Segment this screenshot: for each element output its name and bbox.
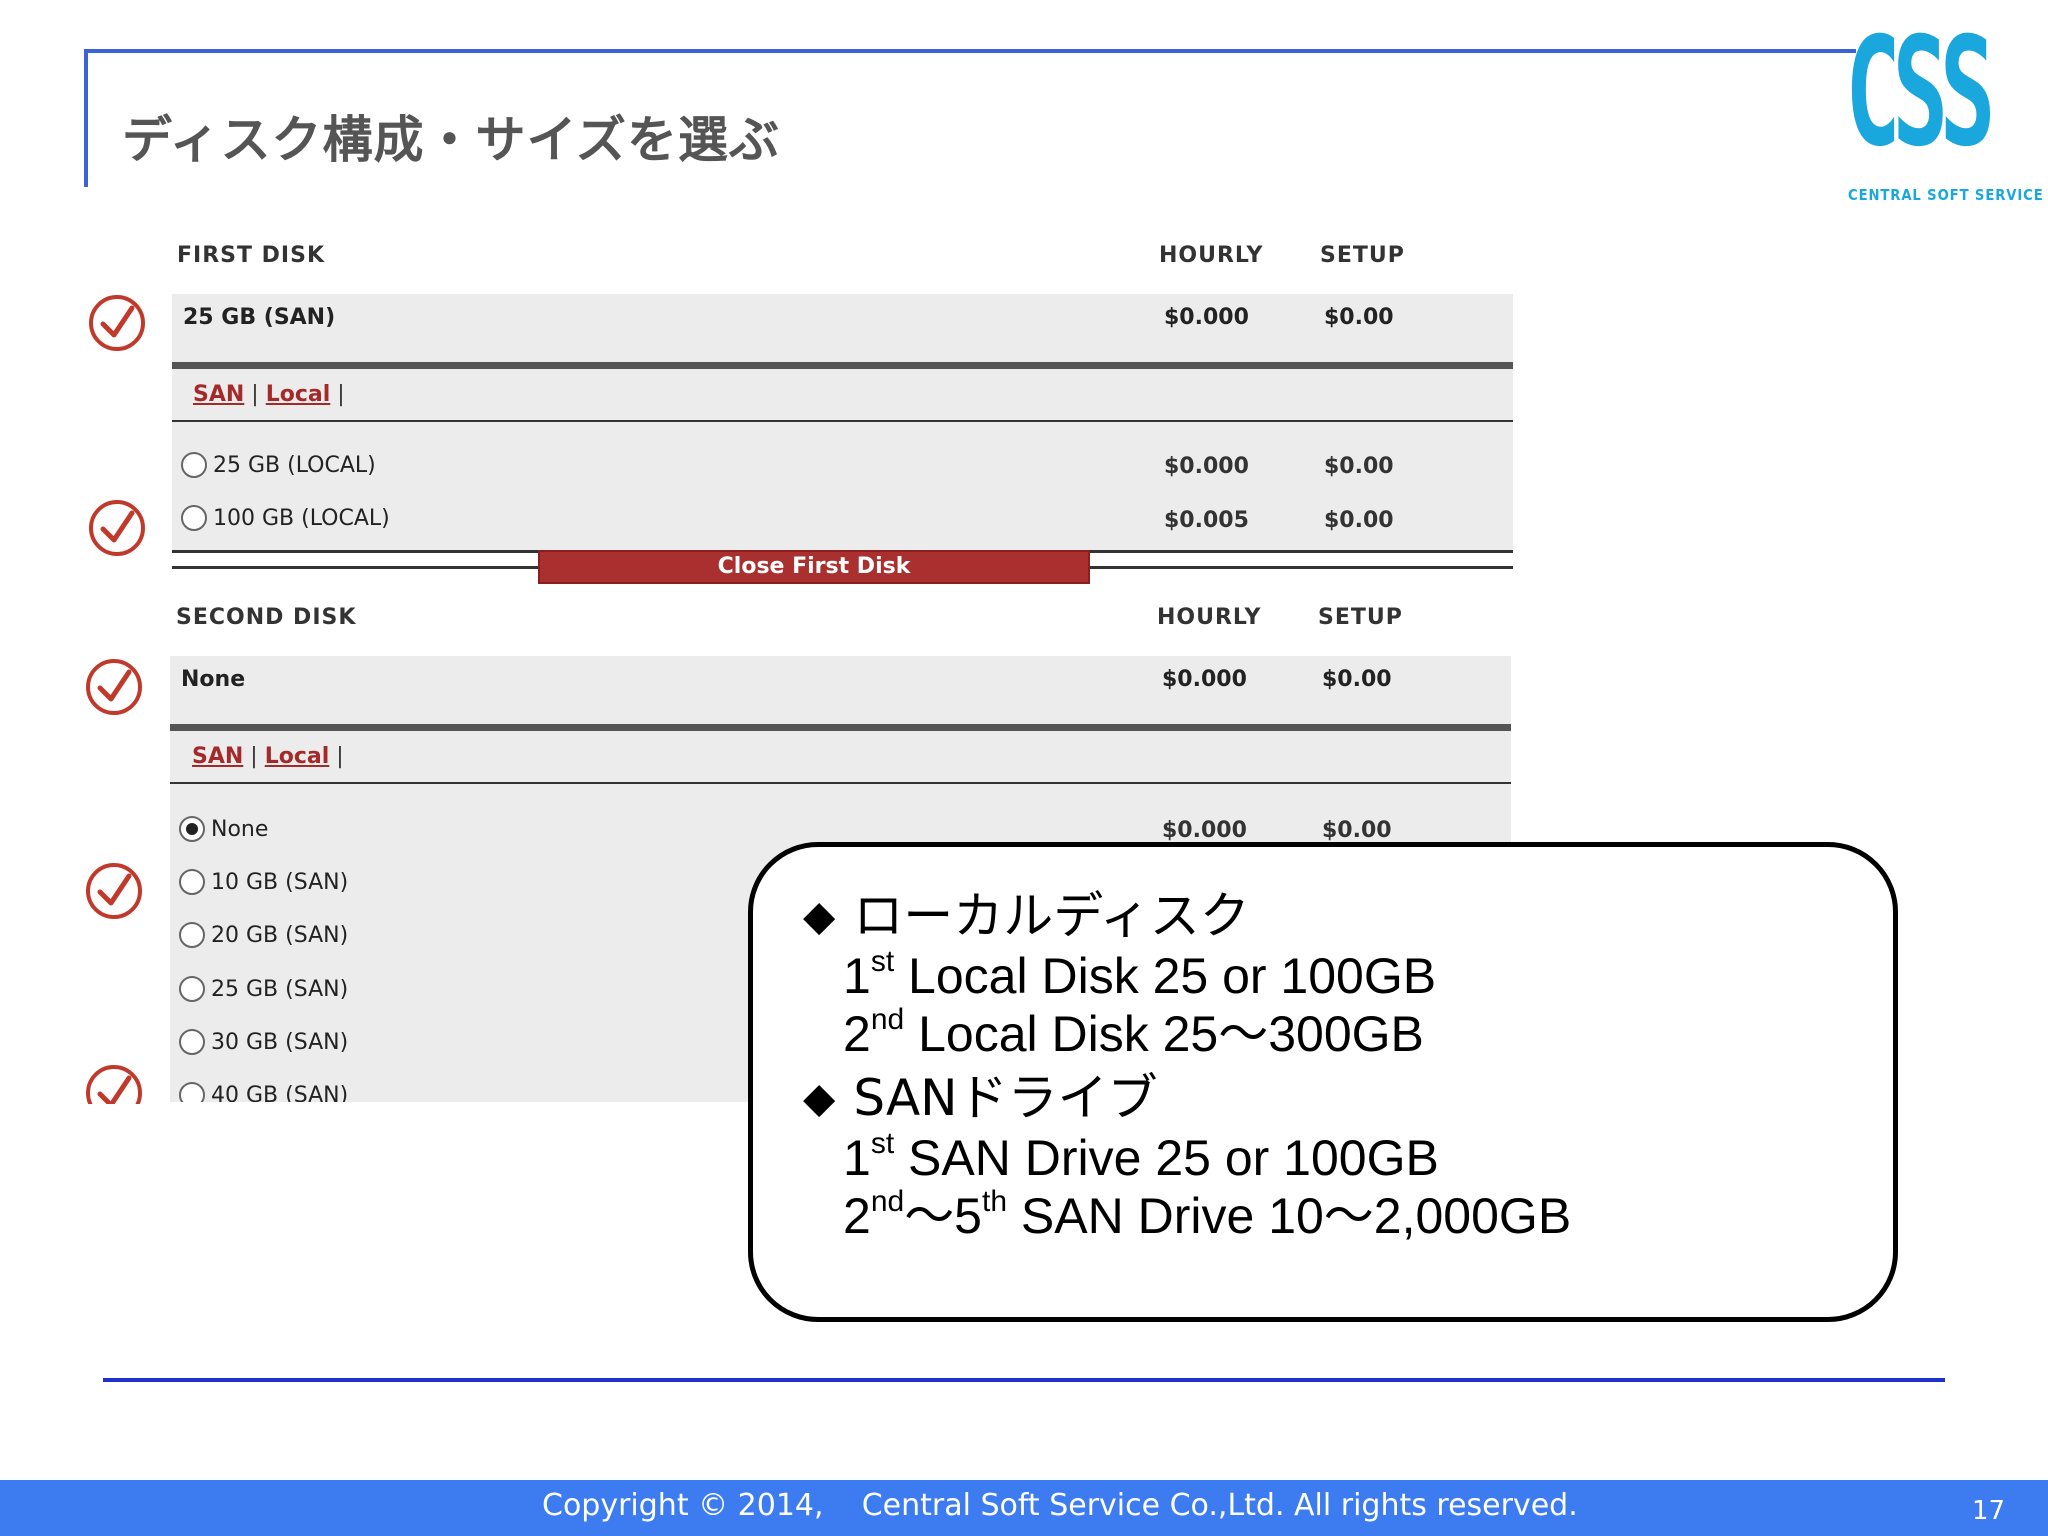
page-number: 17 bbox=[1972, 1496, 2006, 1526]
slide-frame-top bbox=[84, 49, 1856, 53]
heading-text: SANドライブ bbox=[853, 1069, 1158, 1127]
option-label: 30 GB (SAN) bbox=[211, 1029, 349, 1055]
tab-separator: | bbox=[250, 744, 258, 769]
callout-line: 1st SAN Drive 25 or 100GB bbox=[843, 1127, 1439, 1187]
callout-line: 2nd Local Disk 25～300GB bbox=[843, 1003, 1424, 1063]
check-mark-icon bbox=[86, 863, 142, 919]
option-label: 100 GB (LOCAL) bbox=[213, 505, 390, 531]
second-disk-option[interactable]: 10 GB (SAN) bbox=[179, 869, 348, 895]
slide-title: ディスク構成・サイズを選ぶ bbox=[122, 111, 780, 169]
second-disk-setup-header: SETUP bbox=[1318, 605, 1403, 630]
check-mark-icon bbox=[86, 1065, 142, 1104]
second-disk-tabs: SAN | Local | bbox=[192, 744, 344, 769]
first-disk-hourly-header: HOURLY bbox=[1159, 243, 1264, 268]
first-disk-tab-local[interactable]: Local bbox=[266, 382, 331, 407]
option-label: 40 GB (SAN) bbox=[211, 1082, 349, 1103]
second-disk-tabs-bar bbox=[170, 731, 1511, 783]
tab-separator: | bbox=[337, 382, 345, 407]
option-label: 10 GB (SAN) bbox=[211, 869, 349, 895]
callout-line: 2nd～5th SAN Drive 10～2,000GB bbox=[843, 1185, 1572, 1245]
option-setup: $0.00 bbox=[1324, 454, 1394, 479]
radio-button[interactable] bbox=[179, 869, 205, 895]
second-disk-option[interactable]: None bbox=[179, 816, 268, 842]
second-disk-option[interactable]: 20 GB (SAN) bbox=[179, 922, 348, 948]
second-disk-option[interactable]: 30 GB (SAN) bbox=[179, 1029, 348, 1055]
callout-line: 1st Local Disk 25 or 100GB bbox=[843, 945, 1437, 1005]
first-disk-selected-row[interactable] bbox=[172, 294, 1513, 364]
radio-button[interactable] bbox=[179, 976, 205, 1002]
second-disk-option[interactable]: 25 GB (SAN) bbox=[179, 976, 348, 1002]
radio-button[interactable] bbox=[181, 452, 207, 478]
option-hourly: $0.000 bbox=[1164, 454, 1249, 479]
second-disk-tab-san[interactable]: SAN bbox=[192, 744, 243, 769]
option-hourly: $0.005 bbox=[1164, 508, 1249, 533]
radio-button[interactable] bbox=[179, 1029, 205, 1055]
copyright-text: Copyright © 2014, Central Soft Service C… bbox=[542, 1488, 1578, 1523]
logo-mark: CSS bbox=[1845, 6, 1996, 180]
tab-separator: | bbox=[251, 382, 259, 407]
first-disk-header: FIRST DISK bbox=[177, 243, 326, 268]
first-disk-option[interactable]: 25 GB (LOCAL) bbox=[181, 452, 376, 478]
check-mark-icon bbox=[89, 500, 145, 556]
callout-heading-san: ◆ SANドライブ bbox=[803, 1067, 1893, 1129]
option-setup: $0.00 bbox=[1324, 508, 1394, 533]
second-disk-hourly-header: HOURLY bbox=[1157, 605, 1262, 630]
radio-button-selected[interactable] bbox=[179, 816, 205, 842]
radio-button[interactable] bbox=[181, 505, 207, 531]
option-hourly: $0.000 bbox=[1162, 818, 1247, 843]
second-disk-selected-label: None bbox=[181, 667, 246, 692]
heading-text: ローカルディスク bbox=[853, 887, 1250, 945]
check-mark-icon bbox=[86, 659, 142, 715]
callout-box: ◆ ローカルディスク 1st Local Disk 25 or 100GB 2n… bbox=[748, 842, 1898, 1322]
close-first-disk-button[interactable]: Close First Disk bbox=[538, 550, 1090, 584]
footer-bar: Copyright © 2014, Central Soft Service C… bbox=[0, 1480, 2048, 1536]
first-disk-tabs-bar bbox=[172, 369, 1513, 421]
second-disk-selected-setup: $0.00 bbox=[1322, 667, 1392, 692]
divider bbox=[170, 724, 1511, 731]
option-label: 25 GB (LOCAL) bbox=[213, 452, 376, 478]
first-disk-selected-label: 25 GB (SAN) bbox=[183, 305, 336, 330]
second-disk-selected-hourly: $0.000 bbox=[1162, 667, 1247, 692]
first-disk-tabs: SAN | Local | bbox=[193, 382, 345, 407]
radio-button[interactable] bbox=[179, 1082, 205, 1102]
radio-button[interactable] bbox=[179, 922, 205, 948]
second-disk-option[interactable]: 40 GB (SAN) bbox=[179, 1082, 348, 1102]
first-disk-tab-san[interactable]: SAN bbox=[193, 382, 244, 407]
check-mark-icon bbox=[89, 295, 145, 351]
logo-subtitle: CENTRAL SOFT SERVICE bbox=[1848, 186, 2044, 204]
bottom-rule bbox=[103, 1378, 1945, 1382]
callout-heading-local: ◆ ローカルディスク bbox=[803, 885, 1893, 947]
option-label: 20 GB (SAN) bbox=[211, 922, 349, 948]
slide-frame-left bbox=[84, 49, 88, 187]
first-disk-selected-setup: $0.00 bbox=[1324, 305, 1394, 330]
option-label: None bbox=[211, 816, 269, 842]
first-disk-option[interactable]: 100 GB (LOCAL) bbox=[181, 505, 390, 531]
company-logo: CSS CENTRAL SOFT SERVICE bbox=[1845, 6, 2043, 204]
first-disk-selected-hourly: $0.000 bbox=[1164, 305, 1249, 330]
option-clip: 40 GB (SAN) bbox=[170, 1072, 570, 1102]
second-disk-header: SECOND DISK bbox=[176, 605, 357, 630]
diamond-bullet-icon: ◆ bbox=[803, 1073, 836, 1122]
option-label: 25 GB (SAN) bbox=[211, 976, 349, 1002]
option-setup: $0.00 bbox=[1322, 818, 1392, 843]
first-disk-setup-header: SETUP bbox=[1320, 243, 1405, 268]
diamond-bullet-icon: ◆ bbox=[803, 891, 836, 940]
second-disk-tab-local[interactable]: Local bbox=[265, 744, 330, 769]
tab-separator: | bbox=[336, 744, 344, 769]
second-disk-selected-row[interactable] bbox=[170, 656, 1511, 726]
divider bbox=[172, 362, 1513, 369]
